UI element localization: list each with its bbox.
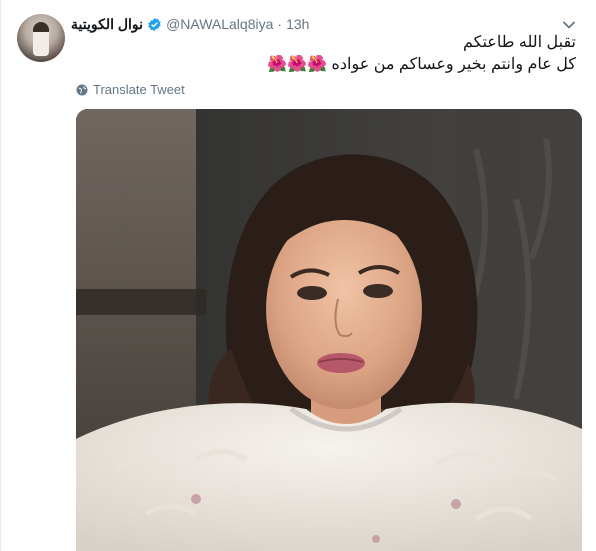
tweet-text-line-2: كل عام وانتم بخير وعساكم من عواده 🌺🌺🌺 [267, 56, 576, 73]
chevron-down-icon[interactable] [562, 18, 576, 32]
tweet-timestamp[interactable]: 13h [286, 16, 309, 32]
translate-tweet-link[interactable]: Translate Tweet [76, 82, 185, 97]
separator-dot: · [277, 16, 283, 32]
globe-icon [76, 84, 88, 95]
tweet-text: تقبل الله طاعتكم كل عام وانتم بخير وعساك… [106, 32, 576, 76]
tweet-card[interactable]: نوال الكويتية @NAWALalq8iya · 13h تقبل ا… [0, 0, 596, 551]
tweet-text-line-1: تقبل الله طاعتكم [462, 34, 576, 51]
tweet-photo[interactable] [76, 109, 582, 551]
avatar[interactable] [17, 14, 65, 62]
tweet-header: نوال الكويتية @NAWALalq8iya · 13h [71, 14, 576, 34]
avatar-figure [33, 22, 49, 56]
translate-tweet-label: Translate Tweet [93, 82, 185, 97]
portrait-image [76, 109, 582, 551]
display-name[interactable]: نوال الكويتية [71, 16, 143, 33]
verified-badge-icon [148, 17, 161, 31]
user-handle[interactable]: @NAWALalq8iya [166, 16, 273, 32]
